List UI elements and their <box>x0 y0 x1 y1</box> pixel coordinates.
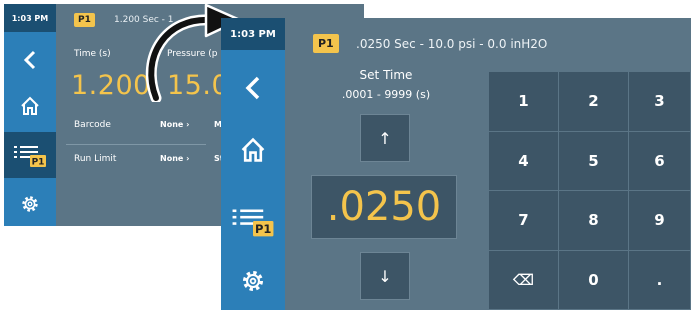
key-9[interactable]: 9 <box>629 191 691 251</box>
set-time-range: .0001 - 9999 (s) <box>341 88 431 101</box>
run-limit-label: Run Limit <box>74 154 117 164</box>
set-time-screen: 1:03 PM P1 P1 .0250 Sec - 10.0 psi - 0.0… <box>221 18 691 310</box>
key-8[interactable]: 8 <box>559 191 629 251</box>
run-limit-value[interactable]: None › <box>160 154 189 163</box>
barcode-label: Barcode <box>74 120 111 130</box>
sidebar: 1:03 PM P1 <box>221 18 285 310</box>
time-label: Time (s) <box>74 49 111 59</box>
status-time: 1:03 PM <box>221 18 285 50</box>
key-4[interactable]: 4 <box>489 131 559 191</box>
sidebar-profile-badge: P1 <box>32 158 45 168</box>
gear-icon <box>22 196 38 212</box>
key-0[interactable]: 0 <box>559 250 629 310</box>
gear-icon <box>242 270 264 292</box>
backspace-icon: ⌫ <box>512 270 535 289</box>
key-decimal[interactable]: . <box>629 250 691 310</box>
key-5[interactable]: 5 <box>559 131 629 191</box>
numeric-keypad: 1 2 3 4 5 6 7 8 9 ⌫ 0 . <box>489 72 691 310</box>
program-summary: .0250 Sec - 10.0 psi - 0.0 inH2O <box>356 37 548 51</box>
profile-badge: P1 <box>313 34 339 53</box>
program-list-icon: P1 <box>232 209 274 237</box>
program-list-icon: P1 <box>14 146 46 168</box>
home-icon <box>21 96 39 115</box>
program-list-button[interactable]: P1 <box>4 132 56 178</box>
back-chevron-icon <box>245 76 260 100</box>
profile-badge: P1 <box>74 13 95 27</box>
up-arrow-icon: ↑ <box>378 128 392 148</box>
home-button[interactable] <box>4 86 56 126</box>
key-7[interactable]: 7 <box>489 191 559 251</box>
down-arrow-icon: ↓ <box>378 266 392 286</box>
home-icon <box>241 137 265 162</box>
program-list-button[interactable]: P1 <box>221 194 285 248</box>
set-time-title: Set Time <box>359 68 413 82</box>
key-3[interactable]: 3 <box>629 72 691 132</box>
sidebar-profile-badge: P1 <box>255 222 271 236</box>
increment-button[interactable]: ↑ <box>360 114 410 162</box>
back-chevron-icon <box>23 50 36 70</box>
sidebar: 1:03 PM P1 <box>4 4 56 226</box>
back-button[interactable] <box>221 62 285 114</box>
back-button[interactable] <box>4 40 56 80</box>
divider <box>66 144 206 145</box>
time-value-display[interactable]: .0250 <box>311 175 457 239</box>
barcode-value[interactable]: None › <box>160 120 189 129</box>
settings-button[interactable] <box>4 186 56 222</box>
backspace-key[interactable]: ⌫ <box>489 250 559 310</box>
home-button[interactable] <box>221 124 285 176</box>
status-time: 1:03 PM <box>4 4 56 32</box>
decrement-button[interactable]: ↓ <box>360 252 410 300</box>
settings-button[interactable] <box>221 256 285 306</box>
key-1[interactable]: 1 <box>489 72 559 132</box>
key-2[interactable]: 2 <box>559 72 629 132</box>
key-6[interactable]: 6 <box>629 131 691 191</box>
